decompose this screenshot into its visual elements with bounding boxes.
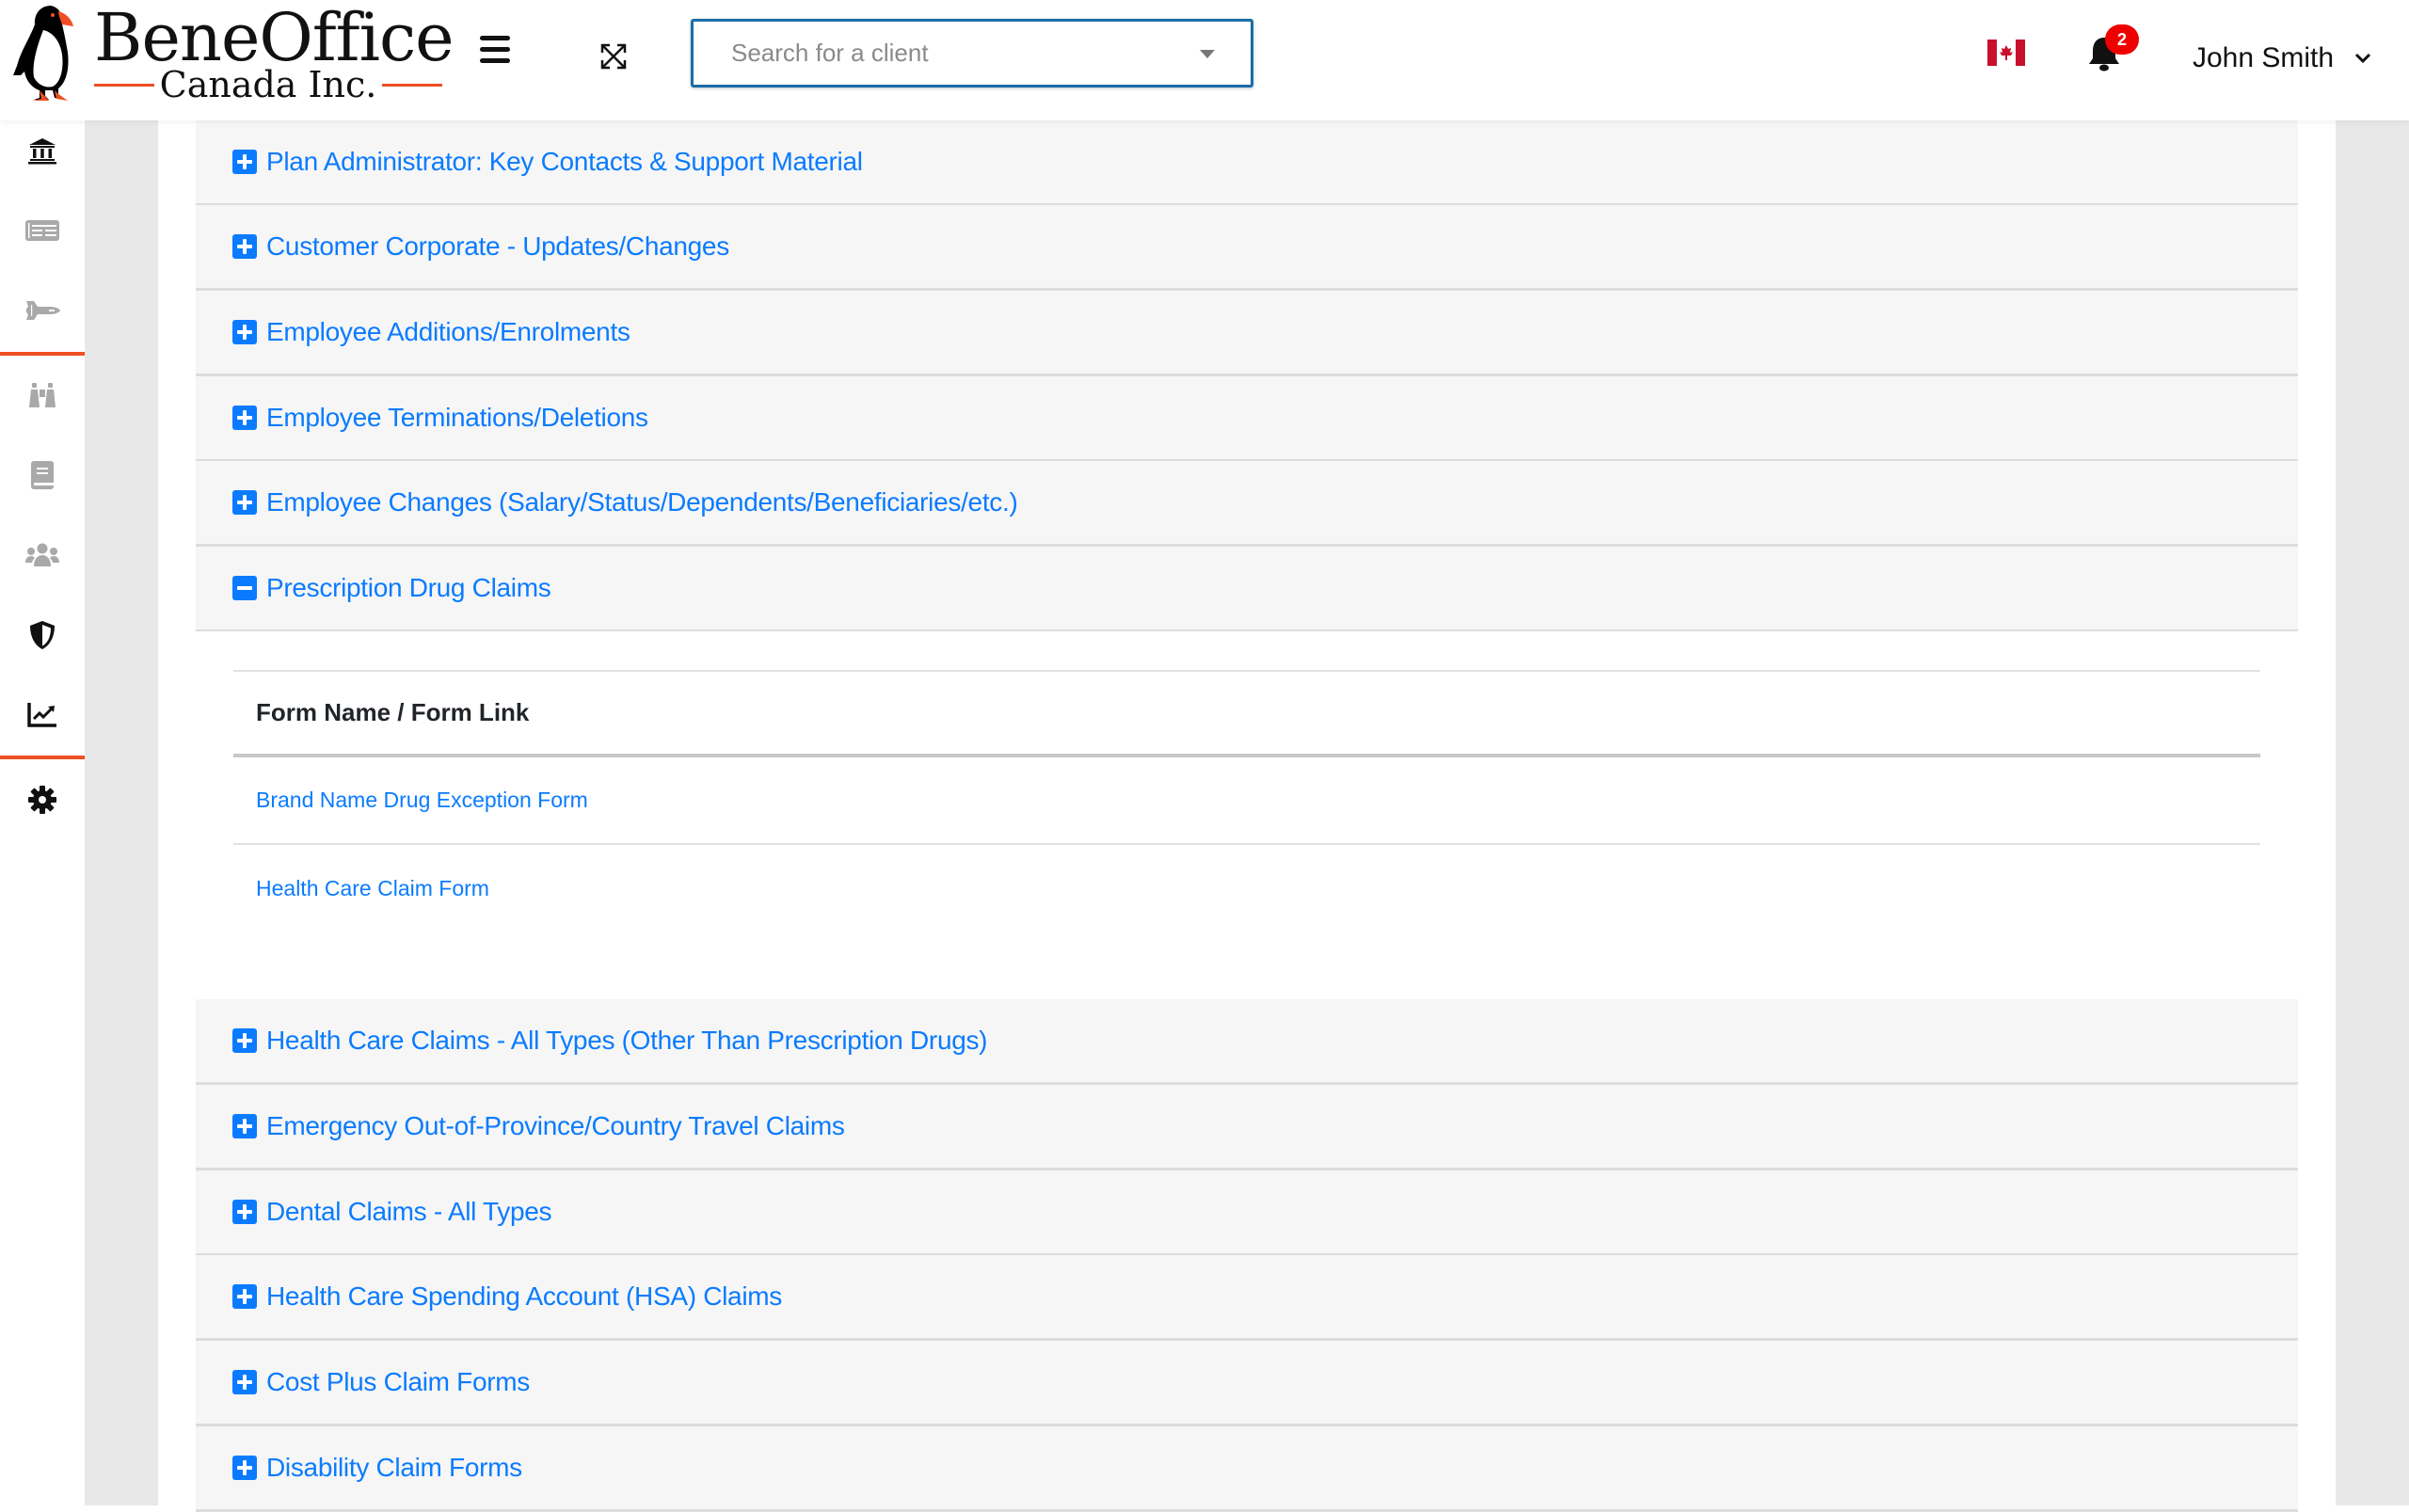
sidebar-divider — [0, 756, 85, 759]
accordion-header[interactable]: Employee Changes (Salary/Status/Dependen… — [196, 461, 2298, 547]
right-gutter — [2336, 120, 2409, 1505]
accordion-header[interactable]: Dental Claims - All Types — [196, 1170, 2298, 1256]
top-header: BeneOffice Canada Inc. Search for a clie… — [0, 0, 2409, 120]
puffin-logo-icon — [13, 6, 73, 101]
binoculars-icon — [29, 383, 56, 407]
accordion-header[interactable]: Customer Corporate - Updates/Changes — [196, 205, 2298, 291]
hamburger-icon — [480, 36, 510, 40]
accordion-header[interactable]: Plan Administrator: Key Contacts & Suppo… — [196, 120, 2298, 206]
user-name: John Smith — [2193, 42, 2335, 73]
sidebar — [0, 120, 85, 1505]
users-icon — [25, 543, 59, 566]
accordion-title: Employee Terminations/Deletions — [266, 403, 648, 432]
sidebar-item-settings[interactable] — [0, 772, 85, 828]
shield-icon — [30, 621, 55, 649]
sidebar-divider — [0, 352, 85, 356]
accordion-title: Employee Additions/Enrolments — [266, 317, 630, 346]
accordion-title: Health Care Spending Account (HSA) Claim… — [266, 1281, 782, 1311]
left-gutter — [85, 120, 158, 1505]
logo-rule-right — [382, 83, 443, 87]
table-row[interactable]: Health Care Claim Form — [233, 845, 2260, 932]
accordion-title: Health Care Claims - All Types (Other Th… — [266, 1026, 988, 1055]
accordion-title: Plan Administrator: Key Contacts & Suppo… — [266, 147, 863, 176]
accordion-title: Disability Claim Forms — [266, 1453, 522, 1482]
plus-square-icon — [232, 1200, 257, 1224]
plus-square-icon — [232, 1028, 257, 1053]
book-icon — [31, 461, 54, 489]
plus-square-icon — [232, 150, 257, 174]
form-link[interactable]: Health Care Claim Form — [256, 876, 489, 901]
plus-square-icon — [232, 1456, 257, 1480]
gear-icon — [28, 786, 56, 814]
logo-subtitle-text: Canada Inc. — [159, 64, 377, 105]
menu-toggle-button[interactable] — [480, 36, 514, 68]
bank-icon — [28, 138, 56, 165]
forms-accordion: Plan Administrator: Key Contacts & Suppo… — [196, 120, 2298, 1512]
accordion-header[interactable]: Health Care Claims - All Types (Other Th… — [196, 999, 2298, 1085]
sidebar-item-reports[interactable] — [0, 687, 85, 743]
accordion-title: Employee Changes (Salary/Status/Dependen… — [266, 487, 1018, 517]
space-shuttle-icon — [26, 301, 60, 320]
plus-square-icon — [232, 1370, 257, 1394]
accordion-header[interactable]: Employee Terminations/Deletions — [196, 376, 2298, 462]
client-search-input[interactable] — [694, 22, 1251, 85]
chart-line-icon — [27, 703, 56, 727]
accordion-header[interactable]: Disability Claim Forms — [196, 1426, 2298, 1512]
hamburger-icon-bar — [480, 47, 510, 52]
accordion-title: Cost Plus Claim Forms — [266, 1367, 530, 1396]
sidebar-item-binoculars[interactable] — [0, 367, 85, 423]
accordion-title: Dental Claims - All Types — [266, 1197, 552, 1226]
plus-square-icon — [232, 234, 257, 259]
plus-square-icon — [232, 320, 257, 344]
dropdown-caret-icon[interactable] — [1200, 50, 1215, 58]
sidebar-item-newspaper[interactable] — [0, 202, 85, 259]
plus-square-icon — [232, 490, 257, 515]
logo-rule-left — [94, 83, 154, 87]
logo-subtitle: Canada Inc. — [94, 64, 443, 105]
forms-table: Form Name / Form Link Brand Name Drug Ex… — [233, 670, 2260, 932]
accordion-header[interactable]: Health Care Spending Account (HSA) Claim… — [196, 1255, 2298, 1341]
sidebar-item-security[interactable] — [0, 607, 85, 663]
expand-arrows-icon — [600, 43, 627, 70]
form-link[interactable]: Brand Name Drug Exception Form — [256, 788, 588, 813]
client-search-select[interactable] — [691, 19, 1253, 88]
table-row[interactable]: Brand Name Drug Exception Form — [233, 757, 2260, 845]
chevron-down-icon — [2355, 53, 2371, 64]
logo[interactable]: BeneOffice Canada Inc. — [11, 0, 455, 107]
sidebar-item-bank[interactable] — [0, 122, 85, 179]
accordion-body: Form Name / Form Link Brand Name Drug Ex… — [196, 631, 2298, 999]
notification-count-badge: 2 — [2105, 24, 2139, 55]
language-switcher[interactable] — [1987, 40, 2025, 66]
sidebar-item-shuttle[interactable] — [0, 282, 85, 339]
hamburger-icon-bar — [480, 58, 510, 63]
plus-square-icon — [232, 1284, 257, 1309]
accordion-header[interactable]: Cost Plus Claim Forms — [196, 1341, 2298, 1426]
canada-flag-icon — [1987, 40, 2025, 66]
column-header-form-name: Form Name / Form Link — [256, 698, 530, 726]
plus-square-icon — [232, 406, 257, 430]
accordion-title: Prescription Drug Claims — [266, 573, 551, 602]
accordion-header[interactable]: Emergency Out-of-Province/Country Travel… — [196, 1085, 2298, 1170]
accordion-title: Customer Corporate - Updates/Changes — [266, 231, 729, 261]
accordion-header-expanded[interactable]: Prescription Drug Claims — [196, 547, 2298, 632]
newspaper-icon — [25, 220, 59, 241]
accordion-header[interactable]: Employee Additions/Enrolments — [196, 291, 2298, 376]
table-header: Form Name / Form Link — [233, 670, 2260, 757]
user-menu[interactable]: John Smith — [2193, 38, 2373, 79]
sidebar-item-book[interactable] — [0, 447, 85, 503]
sidebar-item-users[interactable] — [0, 527, 85, 583]
minus-square-icon — [232, 576, 257, 600]
plus-square-icon — [232, 1114, 257, 1138]
accordion-title: Emergency Out-of-Province/Country Travel… — [266, 1111, 845, 1140]
fullscreen-button[interactable] — [598, 41, 629, 72]
